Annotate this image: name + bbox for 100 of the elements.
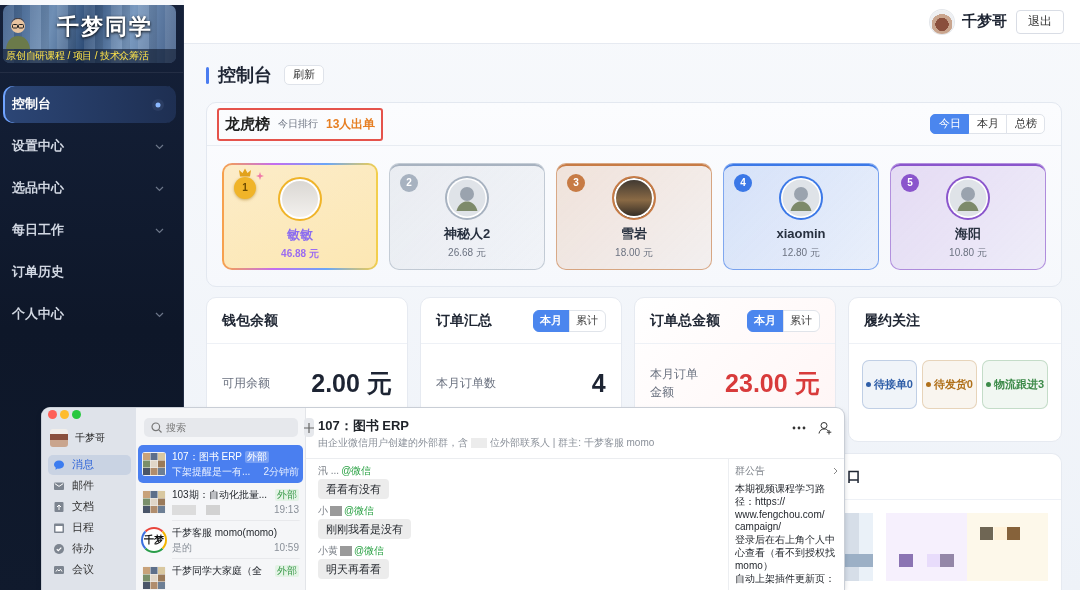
calendar-icon (53, 522, 65, 534)
panel-title: 群公告 (735, 464, 765, 477)
tab[interactable]: 总榜 (1006, 114, 1045, 134)
external-tag: 外部 (275, 565, 299, 577)
timestamp: 2分钟前 (263, 465, 299, 478)
user-name: 雪岩 (621, 226, 647, 242)
nav-item[interactable]: 控制台 (3, 86, 176, 123)
chevron-down-icon (155, 227, 164, 234)
search-field[interactable]: 搜索 (144, 418, 298, 437)
amount-text: 46.88 元 (281, 247, 319, 260)
nav-item[interactable]: 选品中心 (3, 170, 176, 207)
message-bubble: 刚刚我看是没有 (318, 519, 411, 539)
status-chip[interactable]: 待发货0 (921, 360, 977, 409)
search-icon (151, 422, 162, 433)
rank-badge: 2 (400, 174, 418, 192)
chevron-down-icon (155, 311, 164, 318)
redaction-block (206, 504, 220, 515)
conversation-item[interactable]: 107：图书 ERP 外部 下架提醒是一有... 2分钟前 (138, 445, 303, 483)
group-avatar-icon (142, 490, 166, 514)
stat-value: 23.00 元 (725, 367, 820, 399)
nav-item[interactable]: 邮件 (48, 476, 131, 496)
logo-title: 千梦同学 (56, 14, 153, 40)
avatar-icon (946, 176, 990, 220)
avatar-photo (50, 429, 68, 447)
group-info-text: 位外部联系人 | 群主: 千梦客服 momo (490, 436, 655, 449)
avatar-photo (930, 9, 954, 34)
nav-item[interactable]: 每日工作 (3, 212, 176, 249)
nav-item[interactable]: 会议 (48, 560, 131, 580)
external-tag: 外部 (245, 451, 270, 463)
tab[interactable]: 本月 (532, 309, 570, 332)
nav-item[interactable]: 文档 (48, 497, 131, 517)
rank-badge: 4 (734, 174, 752, 192)
order-count: 13人出单 (326, 115, 376, 133)
nav-item[interactable]: 订单历史 (3, 254, 176, 291)
stat-value: 4 (591, 368, 606, 398)
card-title: 钱包余额 (222, 311, 278, 330)
amount-text: 10.80 元 (949, 246, 987, 259)
source-label: @微信 (344, 505, 375, 517)
meeting-icon (53, 564, 65, 576)
nav-item[interactable]: 设置中心 (3, 128, 176, 165)
card-title: 履约关注 (863, 311, 920, 330)
tab[interactable]: 本月 (968, 114, 1007, 134)
stat-label: 本月订单金额 (649, 366, 699, 401)
avatar-icon (445, 176, 489, 220)
tab[interactable]: 本月 (746, 309, 784, 332)
group-avatar-icon (142, 566, 166, 590)
active-dot-icon (152, 98, 164, 111)
card-title: 订单总金额 (649, 311, 720, 330)
maximize-icon[interactable] (72, 410, 81, 419)
announcement-text: 登录后在右上角个人中心查看（看不到授权找 momo） (735, 534, 836, 573)
conversation-title: 103期：自动化批量... (172, 488, 268, 502)
message-preview: 是的 (172, 541, 192, 554)
rank-badge: 3 (567, 174, 585, 192)
stat-label: 可用余额 (222, 375, 270, 392)
message-bubble: 明天再看看 (318, 559, 389, 579)
mail-icon (53, 480, 65, 492)
tab[interactable]: 累计 (568, 309, 606, 332)
stat-value: 2.00 元 (311, 367, 392, 399)
logo-avatar: 千梦 (141, 527, 167, 553)
tab[interactable]: 今日 (930, 114, 969, 134)
chevron-down-icon (155, 185, 164, 192)
nav-item[interactable]: 日程 (48, 518, 131, 538)
group-avatar-icon (142, 452, 166, 476)
logo-tagline: 原创自研课程 / 项目 / 技术众筹活 (3, 49, 176, 63)
source-label: @微信 (341, 465, 372, 477)
user-name: 千梦哥 (962, 12, 1007, 31)
chevron-right-icon[interactable] (833, 466, 838, 475)
logout-button[interactable]: 退出 (1016, 9, 1064, 34)
rank-badge: 5 (901, 174, 919, 192)
external-tag: 外部 (275, 489, 299, 501)
source-label: @微信 (354, 545, 385, 557)
tab[interactable]: 累计 (782, 309, 820, 332)
nav-item[interactable]: 个人中心 (3, 296, 176, 333)
sparkle-icon (256, 172, 264, 180)
amount-text: 12.80 元 (782, 246, 820, 259)
sender-name: 汛 ... (318, 465, 340, 477)
avatar-icon (779, 176, 823, 220)
chat-title: 107：图书 ERP (318, 417, 411, 434)
user-name: 千梦哥 (75, 431, 105, 445)
sender-name: 小黄 (318, 545, 352, 557)
nav-item[interactable]: 消息 (48, 455, 131, 475)
close-icon[interactable] (48, 410, 57, 419)
subtitle-text: 今日排行 (278, 117, 318, 131)
document-icon (53, 501, 65, 513)
sender-name: 小 (318, 505, 342, 517)
status-chip[interactable]: 物流跟进3 (981, 360, 1048, 409)
user-name: 神秘人2 (443, 226, 491, 242)
conversation-title: 千梦同学大家庭（全 (172, 564, 262, 578)
more-icon[interactable] (792, 426, 806, 430)
announcement-text: 本期视频课程学习路径：https://www.fengchou.com/campaign/ (735, 483, 826, 534)
add-button[interactable] (304, 418, 314, 437)
nav-item[interactable]: 待办 (48, 539, 131, 559)
refresh-button[interactable]: 刷新 (284, 65, 324, 85)
rank-badge: 1 (234, 177, 256, 199)
add-person-icon[interactable] (818, 421, 832, 435)
chevron-down-icon (155, 143, 164, 150)
stat-label: 本月订单数 (435, 375, 496, 392)
card-title: 口 (846, 467, 861, 486)
card-title: 订单汇总 (435, 311, 492, 330)
status-chip[interactable]: 待接单0 (861, 360, 917, 409)
